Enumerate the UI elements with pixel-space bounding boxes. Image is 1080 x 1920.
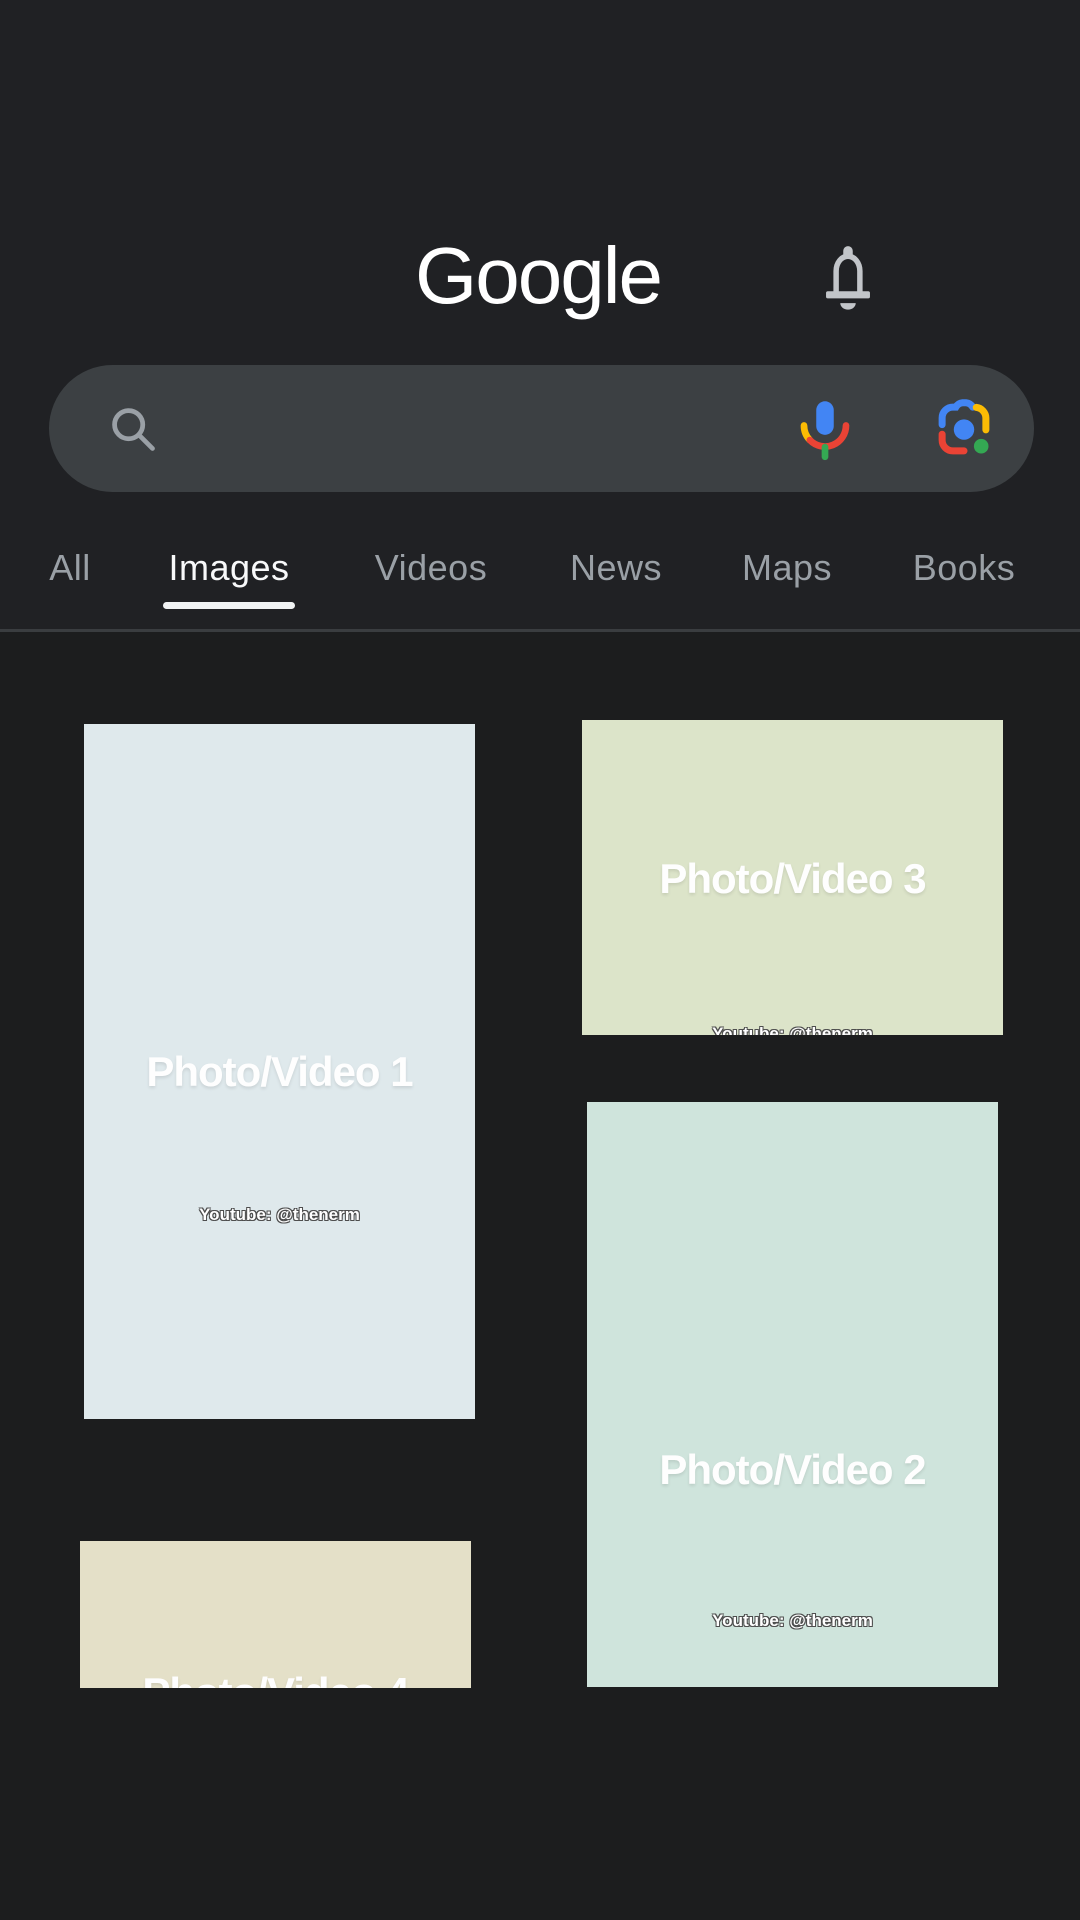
tab-all[interactable]: All <box>43 545 97 591</box>
image-result-1[interactable]: Photo/Video 1 Youtube: @thenerm <box>84 724 475 1419</box>
search-input[interactable] <box>179 383 723 475</box>
image-result-2-title: Photo/Video 2 <box>587 1445 998 1495</box>
microphone-icon <box>790 452 860 467</box>
search-icon <box>107 403 159 455</box>
bell-icon <box>819 239 877 318</box>
image-result-1-attribution: Youtube: @thenerm <box>84 1204 475 1226</box>
image-result-4[interactable]: Photo/Video 4 <box>80 1541 471 1688</box>
tab-maps[interactable]: Maps <box>736 545 838 591</box>
image-result-2[interactable]: Photo/Video 2 Youtube: @thenerm <box>587 1102 998 1687</box>
google-lens-button[interactable] <box>929 394 999 464</box>
image-result-3-title: Photo/Video 3 <box>582 854 1003 904</box>
tab-books[interactable]: Books <box>907 545 1022 591</box>
image-result-3-attribution: Youtube: @thenerm <box>582 1023 1003 1035</box>
google-lens-icon <box>929 452 999 467</box>
google-images-results-page: Google <box>0 0 1080 1920</box>
header: Google <box>0 0 1080 632</box>
image-result-4-title: Photo/Video 4 <box>80 1668 471 1688</box>
notifications-button[interactable] <box>815 236 881 320</box>
tab-videos[interactable]: Videos <box>369 545 493 591</box>
active-tab-underline <box>163 602 295 609</box>
voice-search-button[interactable] <box>790 394 860 464</box>
image-result-3[interactable]: Photo/Video 3 Youtube: @thenerm <box>582 720 1003 1035</box>
search-bar <box>49 365 1034 492</box>
image-result-1-title: Photo/Video 1 <box>84 1047 475 1097</box>
tab-images[interactable]: Images <box>162 545 295 591</box>
header-divider <box>0 629 1080 632</box>
search-category-tabs: All Images Videos News Maps Books <box>0 527 1080 629</box>
tab-news[interactable]: News <box>564 545 668 591</box>
image-result-2-attribution: Youtube: @thenerm <box>587 1610 998 1632</box>
google-logo: Google <box>0 224 1078 328</box>
